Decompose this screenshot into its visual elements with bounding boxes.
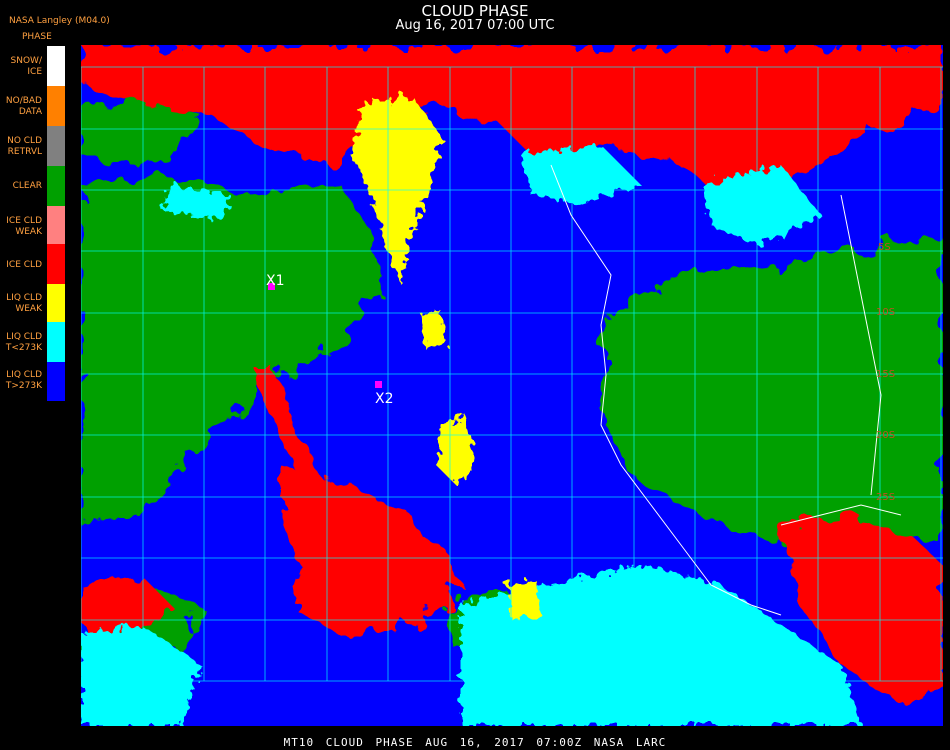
lat-label-10s: 10S (876, 307, 895, 318)
legend-swatch-liq-cld-cold (47, 322, 65, 362)
legend-label-ice-cld: ICE CLD (6, 260, 42, 270)
lat-label-15s: 15S (876, 369, 895, 380)
map-timestamp: Aug 16, 2017 07:00 UTC (395, 18, 555, 33)
lat-label-5s: 5S (878, 242, 891, 253)
marker-x2-dot (375, 381, 382, 388)
legend-swatch-no-cld-retrvl (47, 126, 65, 166)
phase-legend: SNOW/ ICE NO/BAD DATA NO CLD RETRVL CLEA… (0, 46, 66, 401)
legend-swatch-clear (47, 166, 65, 206)
legend-label-ice-cld-weak: ICE CLD WEAK (6, 216, 42, 237)
legend-swatch-ice-cld-weak (47, 206, 65, 244)
legend-label-snow-ice: SNOW/ ICE (10, 56, 42, 77)
legend-label-liq-cld-warm: LIQ CLD T>273K (5, 370, 42, 391)
footer-caption: MT10 CLOUD PHASE AUG 16, 2017 07:00Z NAS… (283, 736, 667, 749)
legend-title: PHASE (22, 32, 52, 42)
lat-label-20s: 20S (876, 430, 895, 441)
legend-label-no-bad-data: NO/BAD DATA (5, 96, 42, 117)
marker-x1-label: X1 (266, 273, 285, 289)
legend-label-clear: CLEAR (12, 181, 42, 191)
marker-x2-label: X2 (375, 391, 394, 407)
producer-label: NASA Langley (M04.0) (9, 16, 110, 26)
legend-swatch-no-bad-data (47, 86, 65, 126)
legend-swatch-ice-cld (47, 244, 65, 284)
legend-swatch-snow-ice (47, 46, 65, 86)
cloud-phase-map: 5S 10S 15S 20S 25S X1 X2 (81, 45, 943, 726)
lat-label-25s: 25S (876, 492, 895, 503)
legend-label-liq-cld-weak: LIQ CLD WEAK (6, 293, 42, 314)
legend-label-liq-cld-cold: LIQ CLD T<273K (5, 332, 42, 353)
legend-swatch-liq-cld-warm (47, 362, 65, 401)
legend-swatch-liq-cld-weak (47, 284, 65, 322)
legend-label-no-cld-retrvl: NO CLD RETRVL (7, 136, 42, 157)
